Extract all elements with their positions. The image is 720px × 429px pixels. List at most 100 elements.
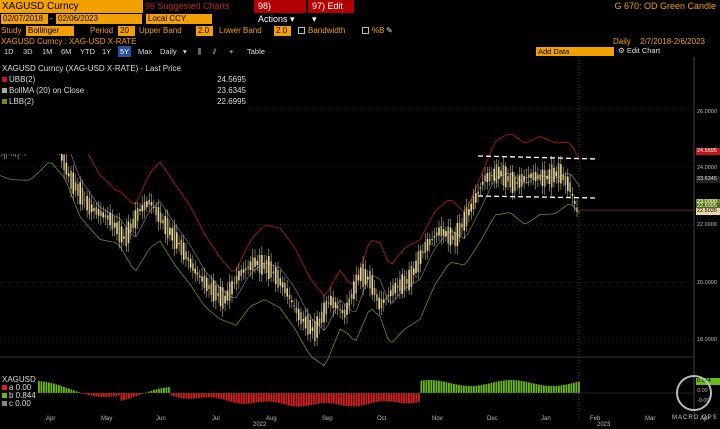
candle-body (148, 199, 150, 205)
histogram-bar (60, 385, 63, 393)
period-1m[interactable]: 1M (42, 46, 52, 57)
histogram-bar (38, 381, 40, 393)
candle-body (130, 223, 132, 233)
candle-body (378, 297, 380, 310)
candle-body (97, 208, 100, 216)
histogram-bar (40, 381, 43, 393)
edit-chart-button[interactable]: ⚙ Edit Chart (618, 46, 660, 56)
candle-body (463, 211, 466, 231)
legend-lbb[interactable]: LBB(2) 22.6995 (2, 96, 246, 107)
histogram-bar (128, 393, 130, 399)
candle-body (316, 316, 318, 338)
legend-label: BollMA (20) on Close (9, 86, 85, 95)
legend-value: 24.5695 (217, 75, 246, 84)
suggested-charts-button[interactable]: 96 Suggested Charts (145, 0, 230, 13)
histogram-bar (48, 382, 50, 393)
lower-band-field[interactable]: 2.0 (274, 26, 291, 36)
histogram-bar (198, 393, 200, 399)
legend-bollma[interactable]: BollMA (20) on Close 23.6345 (2, 85, 246, 96)
candle-body (249, 261, 252, 271)
histogram-bar (73, 390, 75, 393)
histogram-bar (373, 393, 375, 403)
candle-type-icon[interactable]: ⫼ (198, 46, 201, 57)
candle-body (77, 184, 79, 196)
period-max[interactable]: Max (138, 46, 152, 57)
period-ytd[interactable]: YTD (80, 46, 95, 57)
candle-body (240, 269, 242, 276)
candle-body (304, 316, 307, 329)
candle-body (268, 256, 270, 279)
candle-body (247, 266, 249, 269)
candle-body (530, 173, 532, 178)
histogram-bar (440, 381, 443, 393)
candle-body (422, 251, 424, 253)
candle-body (495, 164, 498, 184)
histogram-bar (298, 393, 300, 407)
histogram-bar (515, 380, 518, 393)
histogram-bar (288, 393, 290, 406)
support-line (477, 195, 598, 199)
candle-body (88, 198, 91, 215)
legend-value: 22.6995 (217, 97, 246, 106)
histogram-bar (328, 393, 330, 404)
period-3d[interactable]: 3D (23, 46, 33, 57)
bandwidth-checkbox[interactable] (298, 27, 305, 34)
table-button[interactable]: Table (247, 46, 265, 57)
candle-body (353, 281, 355, 299)
period-field[interactable]: 20 (118, 26, 135, 36)
chart-type-icon[interactable]: ⫽ (213, 46, 216, 57)
candle-body (162, 219, 164, 224)
candle-body (465, 207, 468, 227)
legend-ubb[interactable]: UBB(2) 24.5695 (2, 74, 246, 85)
legend-value: 23.6345 (217, 86, 246, 95)
candle-body (132, 218, 134, 228)
calendar-icon[interactable] (135, 15, 141, 23)
candle-body (481, 181, 484, 185)
upper-band-field[interactable]: 2.0 (196, 26, 213, 36)
end-date-field[interactable]: 02/06/2023 (56, 14, 142, 24)
pencil-icon[interactable]: ✎ (386, 26, 393, 36)
currency-select[interactable]: Local CCY (146, 14, 212, 24)
candle-body (189, 258, 192, 268)
study-select[interactable]: Bollinger (26, 26, 74, 36)
start-date-field[interactable]: 02/07/2018 (1, 14, 48, 24)
candle-body (332, 297, 334, 309)
candle-body (107, 215, 109, 220)
histogram-bar (370, 393, 373, 404)
sub-legend-c: c 0.00 (2, 400, 36, 408)
candle-body (279, 278, 282, 286)
candle-body (435, 232, 438, 237)
candle-body (544, 169, 546, 187)
candle-body (302, 318, 305, 322)
histogram-bar (255, 393, 258, 403)
actions-button[interactable]: 98) Actions ▾ (254, 0, 306, 24)
add-data-field[interactable]: Add Data (536, 47, 614, 56)
histogram-bar (230, 393, 233, 402)
period-5y[interactable]: 5Y (118, 46, 132, 57)
candle-body (72, 172, 75, 194)
histogram-bar (193, 393, 195, 399)
edit-button[interactable]: 97) Edit ▾ (308, 0, 354, 24)
candle-body (217, 292, 219, 297)
histogram-bar (425, 380, 428, 393)
histogram-bar (275, 393, 278, 403)
histogram-bar (53, 383, 55, 393)
ticker-field[interactable]: XAGUSD Curncy (0, 0, 143, 13)
histogram-bar (540, 385, 543, 393)
candle-body (417, 251, 420, 273)
pctb-checkbox[interactable] (362, 27, 369, 34)
period-6m[interactable]: 6M (61, 46, 71, 57)
candle-body (371, 276, 374, 295)
period-1y[interactable]: 1Y (102, 46, 111, 57)
interval-select[interactable]: Daily (160, 46, 177, 57)
period-1d[interactable]: 1D (4, 46, 14, 57)
candle-body (288, 294, 291, 299)
histogram-bar (98, 393, 100, 397)
histogram-bar (478, 385, 480, 393)
candle-body (81, 188, 84, 205)
candle-body (150, 202, 153, 206)
candle-body (194, 268, 196, 274)
add-icon[interactable]: + (229, 46, 233, 57)
candle-body (86, 195, 88, 211)
chevron-down-icon[interactable]: ▾ (183, 46, 187, 57)
